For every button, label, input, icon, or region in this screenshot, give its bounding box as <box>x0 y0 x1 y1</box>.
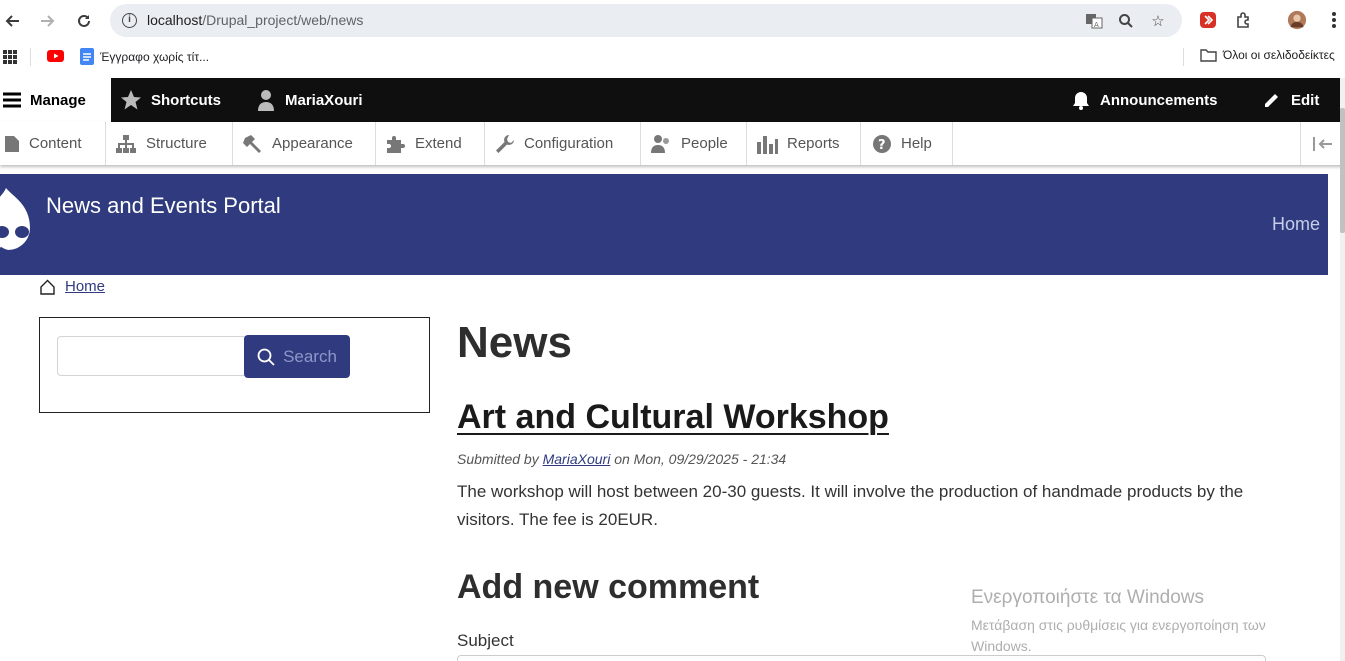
bookmark-divider <box>30 48 31 66</box>
star-icon <box>121 90 141 110</box>
search-input[interactable] <box>57 336 247 376</box>
back-icon[interactable] <box>0 8 26 34</box>
subject-label: Subject <box>457 631 514 650</box>
zoom-icon[interactable] <box>1116 11 1136 31</box>
bookmark-star-icon[interactable]: ☆ <box>1148 11 1168 31</box>
menu-people[interactable]: People <box>641 122 747 165</box>
menu-extend-label: Extend <box>415 135 462 152</box>
apps-grid-icon[interactable] <box>3 50 17 69</box>
bell-icon <box>1073 92 1089 110</box>
all-bookmarks-folder[interactable]: Όλοι οι σελιδοδείκτες <box>1200 48 1335 62</box>
search-button[interactable]: Search <box>244 335 350 378</box>
breadcrumb-home-link[interactable]: Home <box>65 278 105 295</box>
article-title-link[interactable]: Art and Cultural Workshop <box>457 398 889 437</box>
youtube-icon <box>47 50 64 62</box>
site-name[interactable]: News and Events Portal <box>46 193 281 219</box>
doc-bookmark-label: Έγγραφο χωρίς τίτ... <box>100 49 210 64</box>
home-icon <box>40 279 55 295</box>
menu-extend[interactable]: Extend <box>376 122 485 165</box>
menu-reports-label: Reports <box>787 135 840 152</box>
help-icon: ? <box>873 134 891 153</box>
doc-bookmark[interactable]: Έγγραφο χωρίς τίτ... <box>80 48 209 65</box>
structure-icon <box>116 134 136 153</box>
watermark-subtitle: Μετάβαση στις ρυθμίσεις για ενεργοποίηση… <box>971 617 1266 654</box>
menu-appearance[interactable]: Appearance <box>233 122 376 165</box>
admin-menu-tray: Content Structure Appearance Extend Conf… <box>0 122 1345 165</box>
scrollbar-thumb[interactable] <box>1340 108 1345 233</box>
menu-content[interactable]: Content <box>0 122 106 165</box>
search-button-label: Search <box>283 346 337 366</box>
menu-reports[interactable]: Reports <box>747 122 861 165</box>
configuration-icon <box>496 134 514 153</box>
search-icon <box>257 348 275 366</box>
menu-configuration-label: Configuration <box>524 135 614 152</box>
reports-icon <box>757 135 778 154</box>
svg-text:?: ? <box>878 138 886 153</box>
edit-tab[interactable]: Edit <box>1262 78 1319 122</box>
manage-tab[interactable]: Manage <box>0 78 111 122</box>
extension-red-icon[interactable] <box>1198 10 1218 30</box>
content-icon <box>5 135 19 152</box>
browser-toolbar: i localhost/Drupal_project/web/news A ☆ <box>0 0 1345 42</box>
windows-activation-watermark: Ενεργοποιήστε τα Windows Μετάβαση στις ρ… <box>971 587 1311 657</box>
breadcrumb: Home <box>39 278 105 295</box>
extend-icon <box>387 135 405 153</box>
drupal-logo-icon[interactable] <box>0 184 44 264</box>
folder-icon <box>1200 49 1217 62</box>
shortcuts-tab[interactable]: Shortcuts <box>120 78 221 122</box>
url-host: localhost <box>147 12 203 28</box>
forward-icon[interactable] <box>34 8 60 34</box>
pencil-icon <box>1265 94 1278 107</box>
menu-structure-label: Structure <box>146 135 207 152</box>
appearance-icon <box>243 134 261 153</box>
announcements-tab[interactable]: Announcements <box>1071 78 1218 122</box>
site-info-icon[interactable]: i <box>122 13 137 28</box>
menu-configuration[interactable]: Configuration <box>485 122 641 165</box>
extensions-puzzle-icon[interactable] <box>1234 10 1254 30</box>
author-link[interactable]: MariaXouri <box>543 451 611 467</box>
watermark-title: Ενεργοποιήστε τα Windows <box>971 587 1205 608</box>
bookmark-divider <box>1183 48 1184 66</box>
submitted-date: on Mon, 09/29/2025 - 21:34 <box>614 451 787 467</box>
menu-structure[interactable]: Structure <box>106 122 233 165</box>
url-path: /Drupal_project/web/news <box>202 12 364 28</box>
manage-label: Manage <box>30 91 86 109</box>
submitted-info: Submitted by MariaXouri on Mon, 09/29/20… <box>457 451 786 467</box>
hamburger-icon <box>3 92 21 108</box>
article-body: The workshop will host between 20-30 gue… <box>457 482 1244 529</box>
site-header: News and Events Portal Home <box>0 174 1328 275</box>
submitted-prefix: Submitted by <box>457 451 539 467</box>
people-icon <box>651 134 669 153</box>
page-title: News <box>457 318 572 367</box>
menu-help-label: Help <box>901 135 932 152</box>
edit-label: Edit <box>1291 91 1320 109</box>
profile-avatar[interactable] <box>1287 10 1307 30</box>
menu-people-label: People <box>681 135 728 152</box>
address-bar[interactable]: i localhost/Drupal_project/web/news A ☆ <box>110 4 1182 37</box>
search-block: Search <box>39 317 430 413</box>
announcements-label: Announcements <box>1100 91 1218 109</box>
shortcuts-label: Shortcuts <box>151 91 222 109</box>
comment-form-title: Add new comment <box>457 568 760 606</box>
user-icon <box>258 90 274 111</box>
all-bookmarks-label: Όλοι οι σελιδοδείκτες <box>1223 48 1335 62</box>
menu-appearance-label: Appearance <box>272 135 353 152</box>
translate-icon[interactable]: A <box>1084 11 1104 31</box>
user-label: MariaXouri <box>285 91 363 109</box>
reload-icon[interactable] <box>71 8 97 34</box>
collapse-toolbar-icon[interactable] <box>1300 122 1345 165</box>
youtube-bookmark[interactable] <box>47 50 64 62</box>
main-nav-home[interactable]: Home <box>1272 214 1320 235</box>
google-docs-icon <box>80 48 94 65</box>
browser-menu-icon[interactable] <box>1324 10 1344 30</box>
menu-content-label: Content <box>29 135 82 152</box>
menu-help[interactable]: ? Help <box>861 122 953 165</box>
svg-text:A: A <box>1094 21 1099 29</box>
user-tab[interactable]: MariaXouri <box>256 78 363 122</box>
